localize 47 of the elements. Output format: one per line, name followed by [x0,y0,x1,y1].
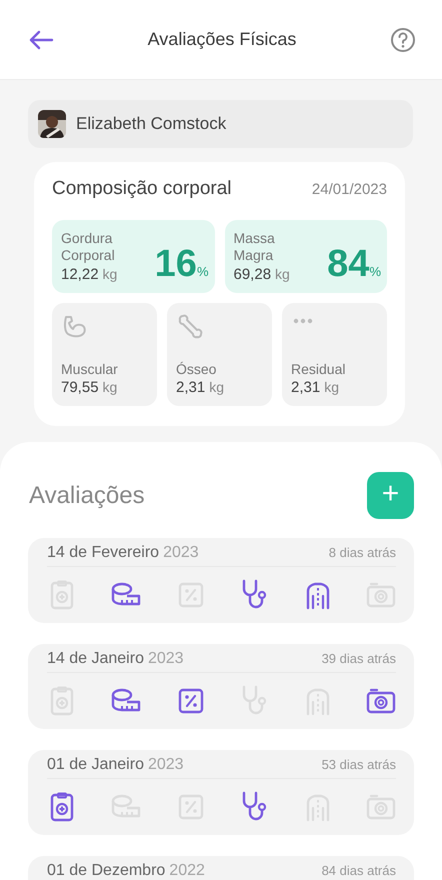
evaluation-card[interactable]: 01 de Dezembro 2022 84 dias atrás [28,856,414,880]
evaluation-year: 2023 [148,756,184,774]
evaluation-year: 2023 [148,650,184,668]
evaluation-date: 14 de Janeiro [47,650,144,668]
help-button[interactable] [390,26,416,52]
metric-unit: kg [102,379,118,395]
evaluation-date: 01 de Janeiro [47,756,144,774]
metric-value: 69,28 [234,266,272,283]
evaluation-card[interactable]: 01 de Janeiro 2023 53 dias atrás [28,750,414,835]
percent-sign: % [196,264,208,279]
metric-unit: kg [275,266,290,282]
percent-sign: % [369,264,381,279]
card-title: Composição corporal [52,178,232,200]
bone-icon [176,313,204,341]
evaluation-card[interactable]: 14 de Fevereiro 2023 8 dias atrás [28,538,414,623]
more-icon [293,318,313,324]
metric-label: Muscular [61,361,119,377]
card-date: 24/01/2023 [312,181,387,198]
evaluation-year: 2022 [169,862,205,880]
metric-unit: kg [209,379,224,395]
percent-value: 16 [154,245,197,283]
metric-unit: kg [102,266,118,282]
metric-value: 2,31 [176,379,206,396]
evaluation-card[interactable]: 14 de Janeiro 2023 39 dias atrás [28,644,414,729]
metric-value: 2,31 [291,379,320,396]
elapsed-time: 53 dias atrás [322,757,396,772]
evaluation-date: 01 de Dezembro [47,862,166,880]
percent-value: 84 [327,245,370,283]
elapsed-time: 8 dias atrás [328,545,396,560]
metric-label: Ósseo [176,361,218,377]
patient-selector[interactable]: Elizabeth Comstock [28,100,413,148]
metric-value: 79,55 [61,379,99,396]
evaluation-year: 2023 [163,544,199,562]
metric-value: 12,22 [61,266,99,283]
page-title: Avaliações Físicas [148,29,296,50]
metric-label: Gordura Corporal [61,230,116,264]
metric-unit: kg [324,379,339,395]
section-title: Avaliações [28,482,145,510]
back-arrow-icon [28,30,54,50]
metric-label: Residual [291,361,346,377]
back-button[interactable] [28,30,54,50]
patient-name: Elizabeth Comstock [76,114,226,134]
elapsed-time: 39 dias atrás [322,651,396,666]
help-icon [390,26,416,52]
evaluation-date: 14 de Fevereiro [47,544,160,562]
elapsed-time: 84 dias atrás [322,863,396,878]
metric-label: Massa Magra [234,230,276,264]
